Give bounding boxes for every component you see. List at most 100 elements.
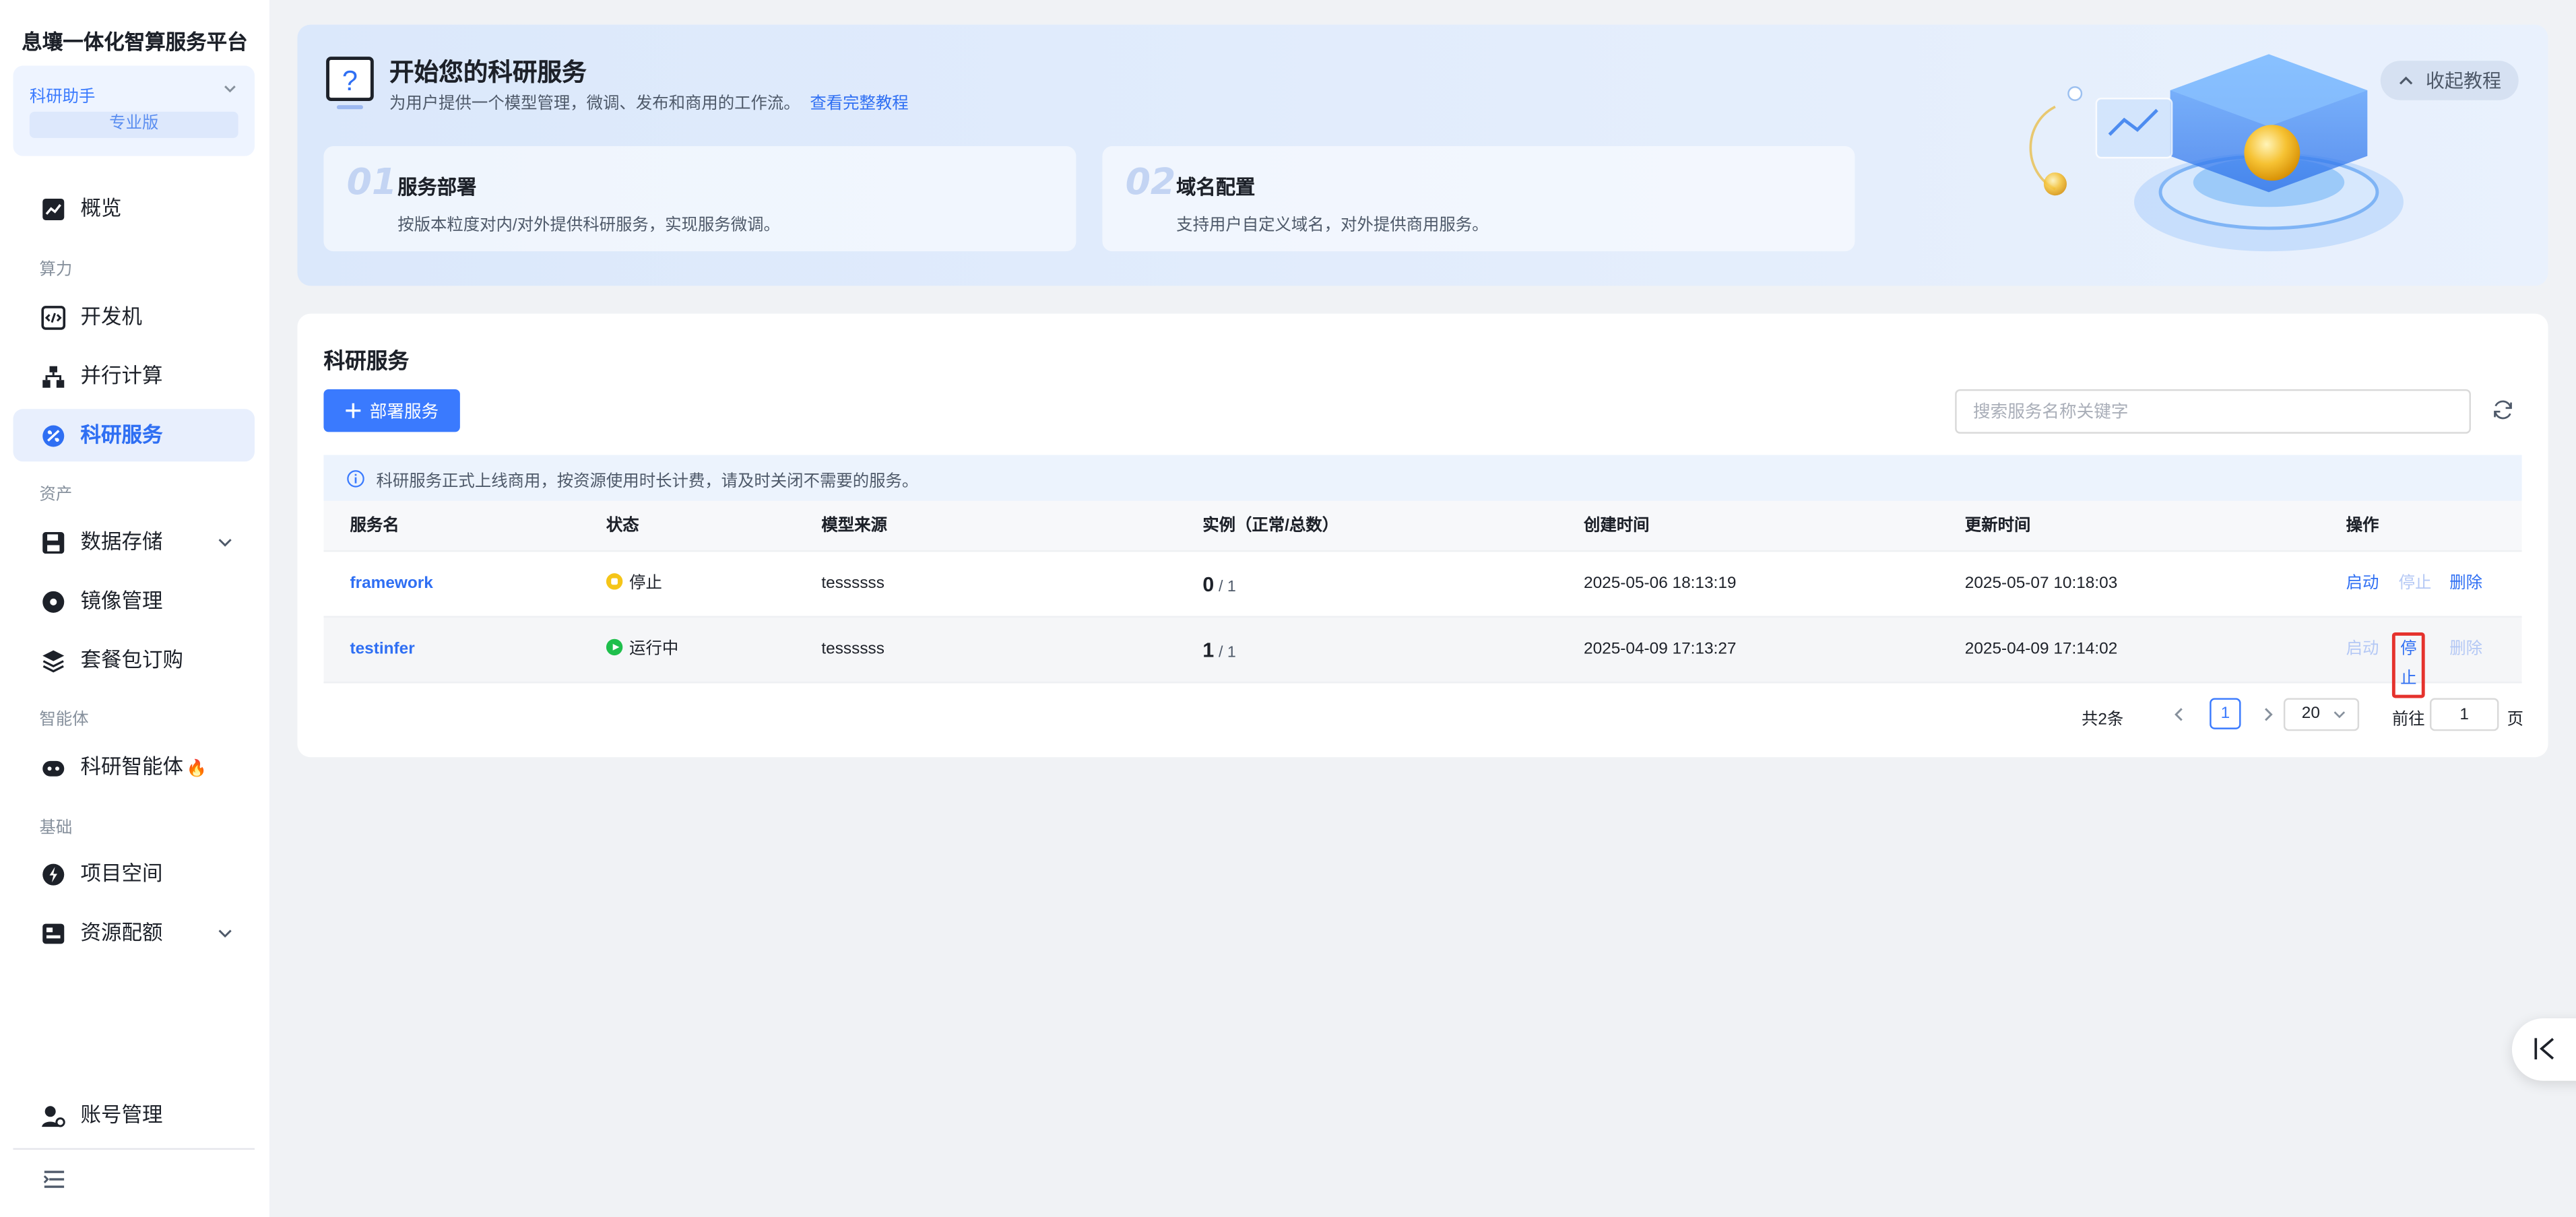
model-source: tessssss — [821, 640, 884, 659]
project-space-icon — [42, 863, 65, 886]
stop-button[interactable]: 停止 — [2399, 552, 2432, 618]
step-title: 域名配置 — [1176, 175, 1256, 199]
group-label-compute: 算力 — [39, 261, 73, 279]
disc-icon — [42, 591, 65, 613]
start-button[interactable]: 启动 — [2346, 618, 2379, 684]
step-desc: 支持用户自定义域名，对外提供商用服务。 — [1176, 216, 1489, 235]
research-service-icon — [42, 425, 65, 447]
sidebar-item-agent[interactable]: 科研智能体 🔥 — [13, 741, 255, 793]
instance-count: 1 / 1 — [1202, 638, 1236, 662]
start-button[interactable]: 启动 — [2346, 552, 2379, 618]
table-row: framework 停止 tessssss 0 / 1 2025-05-06 1… — [323, 552, 2522, 618]
menu-collapse-icon[interactable] — [42, 1169, 65, 1189]
sidebar-item-label: 开发机 — [80, 305, 142, 329]
sidebar-item-research-service[interactable]: 科研服务 — [13, 409, 255, 462]
collapse-tutorial-button[interactable]: 收起教程 — [2380, 61, 2519, 100]
instance-count: 0 / 1 — [1202, 573, 1236, 597]
section-title: 科研服务 — [323, 348, 410, 373]
notice-text: 科研服务正式上线商用，按资源使用时长计费，请及时关闭不需要的服务。 — [376, 472, 919, 490]
sidebar-item-parallel[interactable]: 并行计算 — [13, 350, 255, 402]
service-name-link[interactable]: framework — [350, 552, 432, 618]
group-label-base: 基础 — [39, 819, 73, 838]
assistant-selector[interactable]: 科研助手 专业版 — [13, 65, 255, 156]
plus-icon — [346, 403, 361, 418]
sidebar-item-quota[interactable]: 资源配额 — [13, 907, 255, 959]
step-desc: 按版本粒度对内/对外提供科研服务，实现服务微调。 — [397, 216, 780, 235]
refresh-icon[interactable] — [2492, 399, 2514, 421]
banner-title: 开始您的科研服务 — [389, 59, 587, 88]
sidebar-item-image-mgmt[interactable]: 镜像管理 — [13, 575, 255, 628]
sidebar-item-dev-machine[interactable]: 开发机 — [13, 291, 255, 343]
hierarchy-icon — [42, 366, 65, 388]
col-model: 模型来源 — [821, 517, 887, 536]
sidebar-item-account[interactable]: 账号管理 — [13, 1089, 255, 1142]
code-icon — [41, 306, 66, 330]
page-size-select[interactable]: 20 — [2283, 698, 2360, 731]
goto-page-input[interactable] — [2429, 698, 2499, 731]
banner-subtitle: 为用户提供一个模型管理，微调、发布和商用的工作流。 查看完整教程 — [389, 95, 909, 114]
chevron-left-icon[interactable] — [2172, 706, 2187, 723]
pagination: 共2条 1 20 前往 页 — [297, 698, 2548, 731]
sidebar-item-label: 资源配额 — [80, 921, 163, 945]
table-row: testinfer 运行中 tessssss 1 / 1 2025-04-09 … — [323, 617, 2522, 698]
running-status-icon — [606, 638, 623, 656]
sidebar-item-package[interactable]: 套餐包订购 — [13, 634, 255, 686]
collapse-left-icon — [2534, 1038, 2554, 1060]
deploy-service-button[interactable]: 部署服务 — [323, 389, 460, 432]
page-number-button[interactable]: 1 — [2210, 698, 2241, 729]
chevron-down-icon — [218, 929, 232, 938]
step-card-domain: 02 域名配置 支持用户自定义域名，对外提供商用服务。 — [1102, 146, 1855, 252]
sidebar-item-data-storage[interactable]: 数据存储 — [13, 516, 255, 568]
full-tutorial-link[interactable]: 查看完整教程 — [810, 95, 908, 113]
step-number: 02 — [1125, 162, 1176, 204]
updated-time: 2025-05-07 10:18:03 — [1964, 574, 2118, 593]
page-suffix: 页 — [2507, 711, 2523, 729]
edition-badge: 专业版 — [29, 111, 238, 138]
created-time: 2025-05-06 18:13:19 — [1584, 574, 1737, 593]
sidebar-item-project[interactable]: 项目空间 — [13, 847, 255, 900]
delete-button[interactable]: 删除 — [2449, 618, 2482, 684]
col-name: 服务名 — [350, 517, 399, 536]
quota-icon — [42, 923, 65, 944]
sidebar-item-label: 账号管理 — [80, 1103, 163, 1127]
chart-icon — [42, 198, 65, 220]
search-input[interactable] — [1955, 389, 2471, 434]
col-created: 创建时间 — [1584, 517, 1650, 536]
layers-icon — [42, 650, 65, 673]
fire-icon: 🔥 — [186, 760, 207, 779]
model-source: tessssss — [821, 574, 884, 593]
sidebar-item-label: 数据存储 — [80, 530, 163, 554]
sidebar-item-label: 科研智能体 🔥 — [80, 755, 207, 779]
status-cell: 停止 — [606, 552, 662, 618]
assistant-name: 科研助手 — [29, 88, 96, 107]
table-header: 服务名 状态 模型来源 实例（正常/总数） 创建时间 更新时间 操作 — [323, 500, 2522, 552]
floppy-disk-icon — [42, 532, 65, 554]
sidebar-item-label: 镜像管理 — [80, 589, 163, 613]
sidebar: 息壤一体化智算服务平台 科研助手 专业版 概览 算力 开发机 并行计算 科研服务… — [0, 0, 269, 1217]
tutorial-banner: ? 开始您的科研服务 为用户提供一个模型管理，微调、发布和商用的工作流。 查看完整… — [297, 24, 2548, 286]
col-instances: 实例（正常/总数） — [1202, 517, 1339, 536]
col-status: 状态 — [606, 517, 639, 536]
total-count: 共2条 — [2081, 711, 2124, 729]
sidebar-item-label: 概览 — [80, 197, 122, 220]
group-label-agent: 智能体 — [39, 711, 89, 729]
goto-label: 前往 — [2391, 711, 2425, 729]
col-ops: 操作 — [2346, 517, 2379, 536]
service-list-card: 科研服务 部署服务 科研服务正式上线商用，按资源使用时长计费，请及时关闭不需要的… — [297, 313, 2548, 758]
billing-notice: 科研服务正式上线商用，按资源使用时长计费，请及时关闭不需要的服务。 — [323, 455, 2522, 501]
stopped-status-icon — [606, 573, 623, 590]
stop-button[interactable]: 停止 — [2391, 632, 2425, 698]
collapse-panel-button[interactable] — [2511, 1018, 2576, 1081]
user-settings-icon — [42, 1106, 65, 1127]
sidebar-item-label: 并行计算 — [80, 364, 163, 388]
sidebar-item-label: 套餐包订购 — [80, 649, 183, 672]
sidebar-item-label: 科研服务 — [80, 424, 163, 447]
chevron-right-icon[interactable] — [2261, 706, 2276, 723]
chevron-up-icon — [2398, 76, 2412, 85]
chevron-down-icon — [2333, 711, 2346, 719]
sidebar-item-overview[interactable]: 概览 — [13, 183, 255, 235]
service-name-link[interactable]: testinfer — [350, 618, 414, 684]
delete-button[interactable]: 删除 — [2449, 552, 2482, 618]
updated-time: 2025-04-09 17:14:02 — [1964, 640, 2118, 659]
created-time: 2025-04-09 17:13:27 — [1584, 640, 1737, 659]
